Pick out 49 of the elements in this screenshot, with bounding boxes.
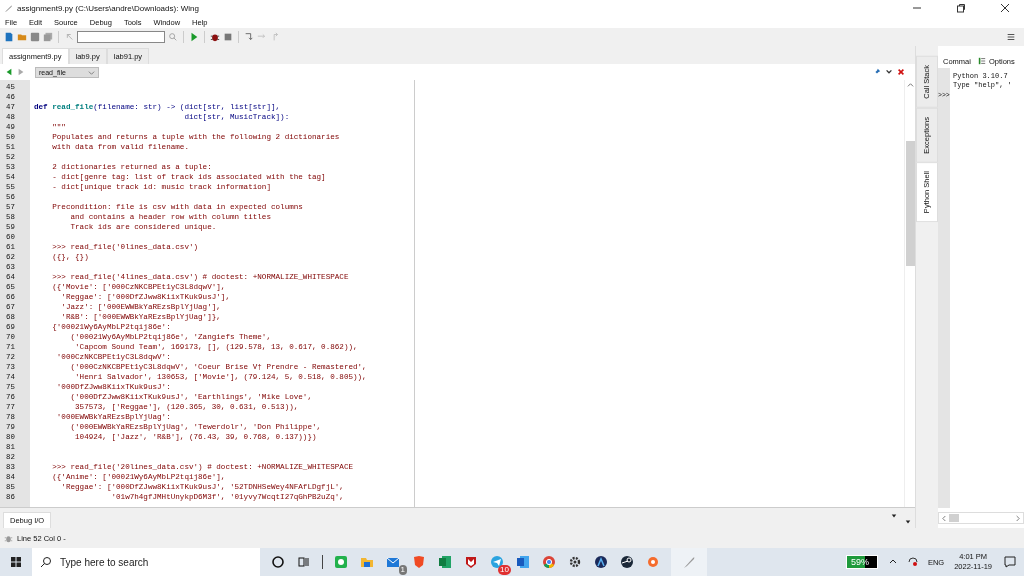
folder-icon[interactable] (17, 32, 27, 42)
document-icon[interactable] (515, 554, 531, 570)
task-view-icon[interactable] (296, 554, 312, 570)
chat-icon[interactable] (333, 554, 349, 570)
search-icon[interactable] (168, 32, 178, 42)
save-icon[interactable] (30, 32, 40, 42)
vertical-scrollbar[interactable] (904, 80, 915, 507)
ring-icon[interactable] (645, 554, 661, 570)
network-icon[interactable] (907, 557, 918, 567)
forward-arrow-icon[interactable] (17, 68, 25, 76)
save-all-icon[interactable] (43, 32, 53, 42)
search-field[interactable] (77, 31, 165, 43)
run-icon[interactable] (189, 32, 199, 42)
feather-icon (4, 3, 13, 13)
menu-icon[interactable] (1006, 32, 1016, 42)
restore-icon[interactable] (956, 3, 966, 13)
scrollbar-thumb[interactable] (905, 141, 915, 266)
chevron-down-icon[interactable] (885, 68, 893, 76)
new-file-icon[interactable] (4, 32, 14, 42)
notification-badge: 1 (398, 565, 407, 575)
lion-shield-icon[interactable] (411, 554, 427, 570)
back-arrow-icon[interactable] (5, 68, 13, 76)
taskbar-search-field[interactable]: Type here to search (32, 548, 260, 576)
options-icon[interactable] (977, 57, 986, 65)
scrollbar-thumb[interactable] (949, 514, 959, 522)
shield-icon[interactable] (463, 554, 479, 570)
gear-icon[interactable] (567, 554, 583, 570)
circle-logo-icon[interactable] (593, 554, 609, 570)
windows-start-icon[interactable] (10, 556, 22, 568)
notification-badge: 10 (498, 565, 511, 575)
search-icon (40, 556, 52, 568)
browser-icon[interactable] (541, 554, 557, 570)
horizontal-scrollbar[interactable] (938, 512, 1024, 524)
stop-icon[interactable] (223, 32, 233, 42)
window-title: assignment9.py (C:\Users\andre\Downloads): Wing (17, 3, 199, 13)
close-icon[interactable] (897, 68, 905, 76)
notification-icon[interactable] (1002, 554, 1018, 570)
bug-icon (4, 533, 13, 543)
scroll-up-icon[interactable] (906, 82, 914, 89)
pin-icon[interactable] (873, 68, 881, 76)
circle-icon[interactable] (270, 554, 286, 570)
step-into-icon[interactable] (244, 32, 254, 42)
chevron-down-icon (88, 68, 95, 76)
steam-icon[interactable] (619, 554, 635, 570)
scroll-left-icon[interactable] (942, 514, 947, 522)
close-icon[interactable] (1000, 3, 1010, 13)
scroll-right-icon[interactable] (1015, 514, 1020, 522)
spreadsheet-icon[interactable] (437, 554, 453, 570)
bug-icon[interactable] (210, 32, 220, 42)
